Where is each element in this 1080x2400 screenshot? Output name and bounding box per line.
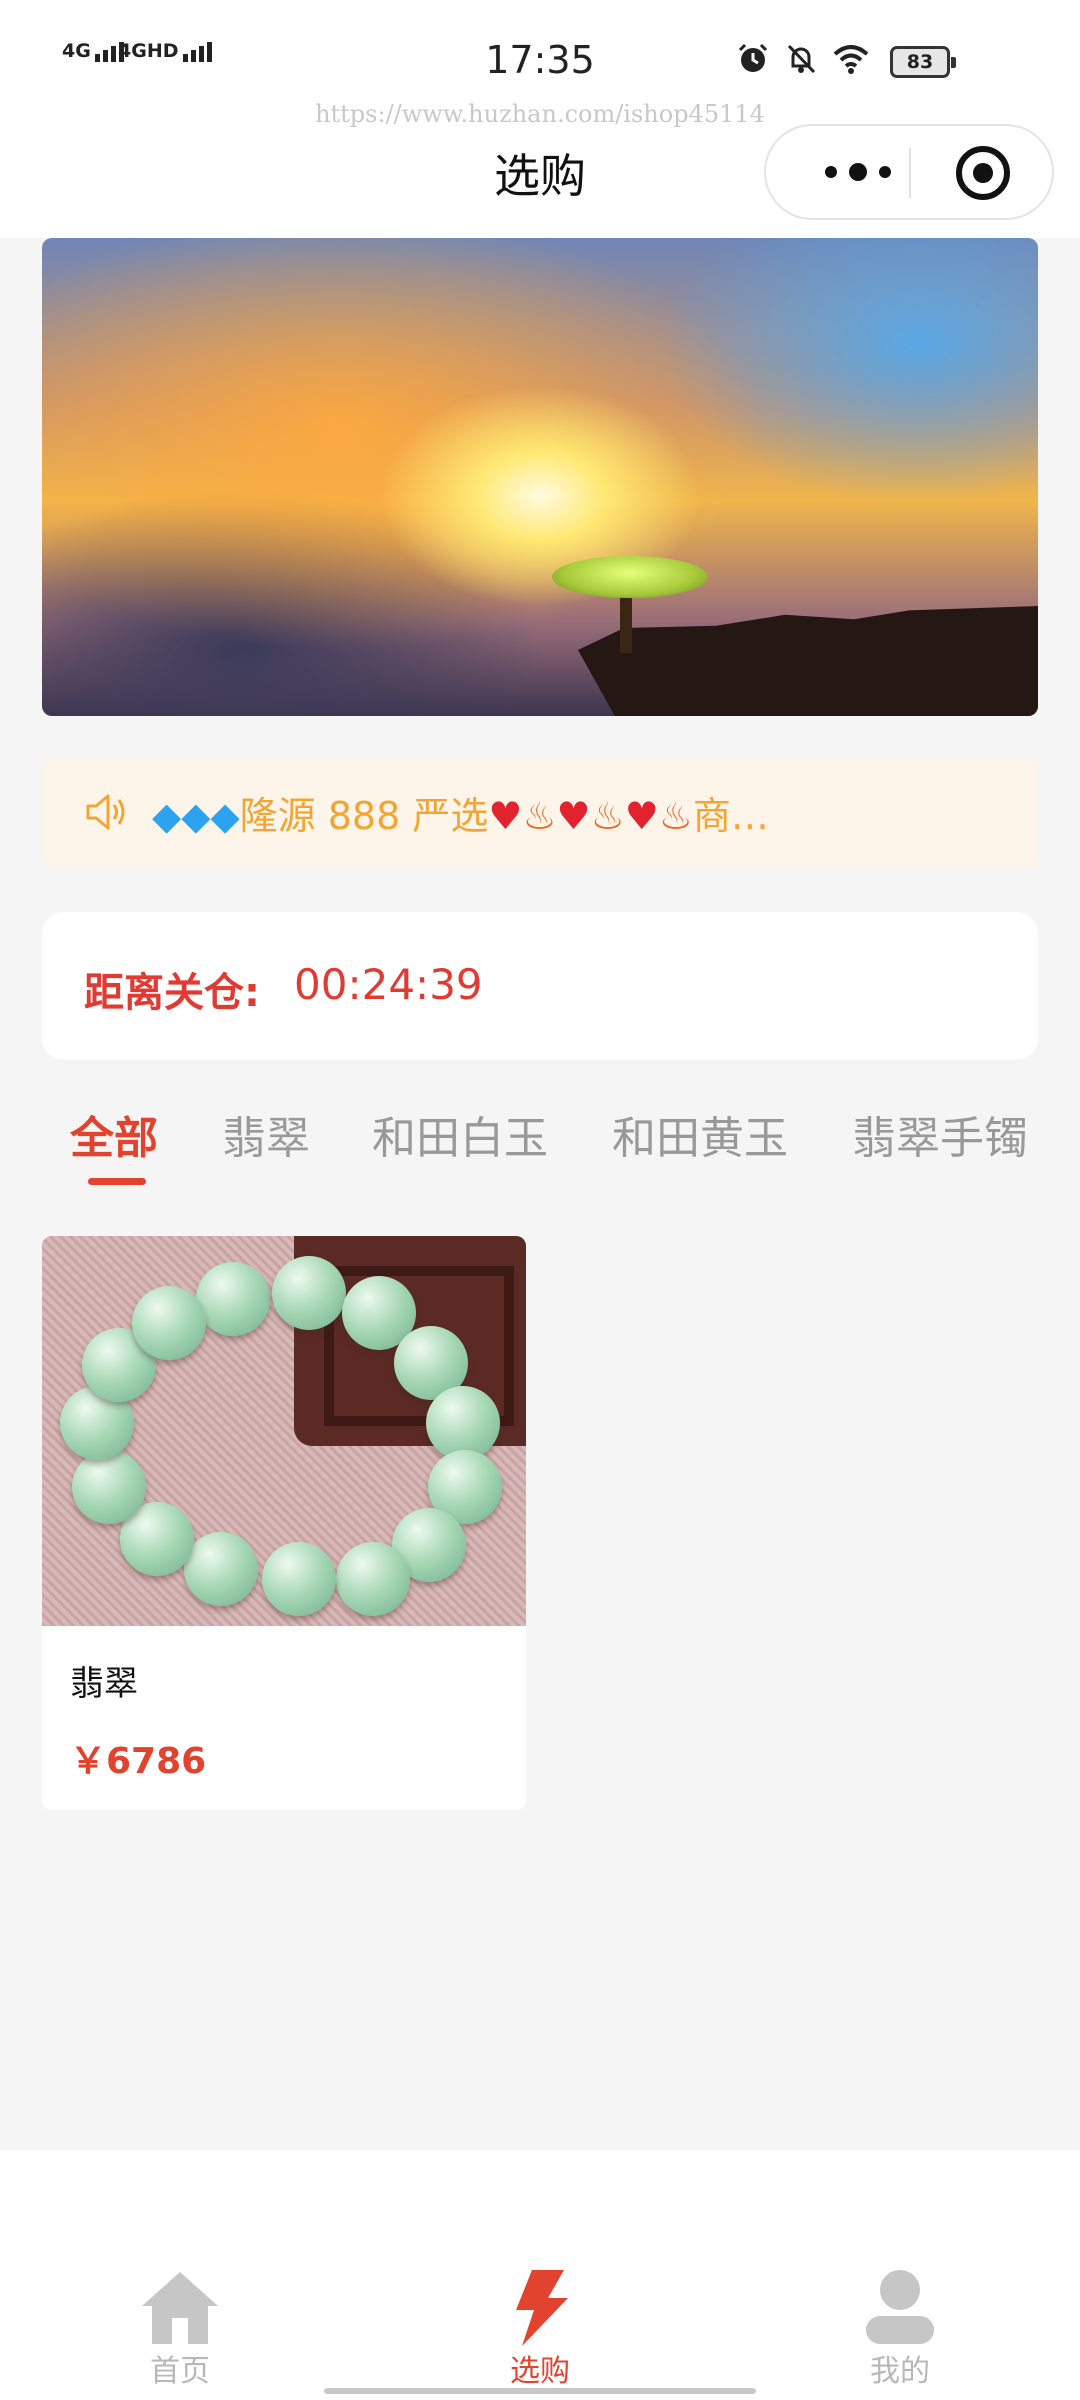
product-card[interactable]: 翡翠 ￥6786 [42,1236,526,1810]
banner-tree-crown [552,556,708,598]
heart-icon: ♥ [624,793,659,838]
product-price: ￥6786 [70,1741,207,1782]
notice-text: ◆◆◆隆源 888 严选♥♨♥♨♥♨商… [152,785,992,840]
tab-all[interactable]: 全部 [70,1102,158,1166]
more-icon[interactable] [806,126,910,218]
heart-icon: ♥ [488,793,523,838]
fire-icon: ♨ [522,793,557,838]
speaker-icon [86,794,125,830]
tabbar-item-home[interactable]: 首页 [0,2150,360,2400]
heart-icon: ♥ [556,793,591,838]
home-indicator[interactable] [324,2388,756,2394]
user-icon [720,2268,1080,2348]
bead [336,1542,410,1616]
lightning-icon [360,2268,720,2348]
countdown-label: 距离关仓: [84,970,260,1016]
battery-icon: 83 [890,46,956,78]
tabbar-label-shop: 选购 [510,2354,570,2389]
screen: 4G 4GHD 17:35 83 https://www.huzhan.com/… [0,0,1080,2400]
notice-text-main: 隆源 888 严选 [239,793,489,838]
bead [184,1532,258,1606]
bead [132,1286,206,1360]
alarm-icon [738,43,768,72]
category-tabs: 全部 翡翠 和田白玉 和田黄玉 翡翠手镯 [0,1090,1080,1190]
bead [426,1386,500,1460]
wifi-icon [833,45,869,74]
system-icons [736,42,870,76]
countdown-card: 距离关仓: 00:24:39 [42,912,1038,1060]
mute-icon [787,44,816,74]
tabbar-item-profile[interactable]: 我的 [720,2150,1080,2400]
tab-feicui-bracelet[interactable]: 翡翠手镯 [852,1102,1028,1166]
tab-feicui[interactable]: 翡翠 [222,1102,310,1166]
bead [196,1262,270,1336]
tabbar-item-shop[interactable]: 选购 [360,2150,720,2400]
tab-hetian-white[interactable]: 和田白玉 [372,1102,548,1166]
banner-cliff [578,606,1038,716]
tab-hetian-yellow[interactable]: 和田黄玉 [612,1102,788,1166]
product-image[interactable] [42,1236,526,1626]
tabbar-label-home: 首页 [150,2354,210,2389]
close-miniprogram-icon[interactable] [956,146,1010,200]
fire-icon: ♨ [590,793,625,838]
tabbar-label-profile: 我的 [870,2354,930,2389]
mini-program-capsule [764,124,1054,220]
capsule-divider [909,148,911,198]
bottom-tab-bar: 首页 选购 我的 [0,2150,1080,2400]
banner-image[interactable] [42,238,1038,716]
home-icon [0,2268,360,2348]
product-name: 翡翠 [70,1664,138,1704]
active-tab-indicator [88,1178,146,1185]
countdown-value: 00:24:39 [294,960,483,1009]
bead [72,1450,146,1524]
notice-bar[interactable]: ◆◆◆隆源 888 严选♥♨♥♨♥♨商… [42,758,1038,866]
bead [262,1542,336,1616]
bead [272,1256,346,1330]
fire-icon: ♨ [658,793,693,838]
notice-text-tail: 商… [692,793,769,838]
diamond-icon: ◆◆◆ [152,793,240,838]
